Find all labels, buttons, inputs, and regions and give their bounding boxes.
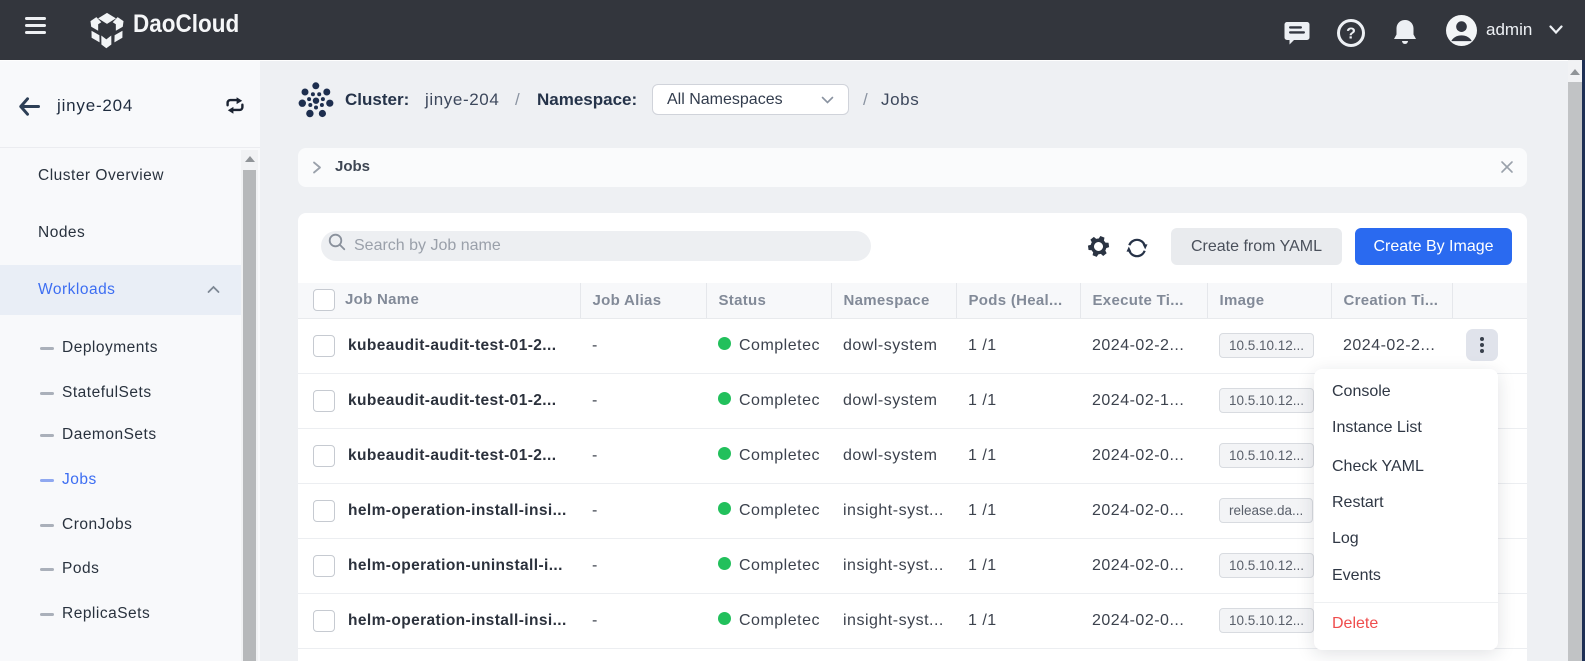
svg-text:?: ? [1346, 26, 1356, 43]
